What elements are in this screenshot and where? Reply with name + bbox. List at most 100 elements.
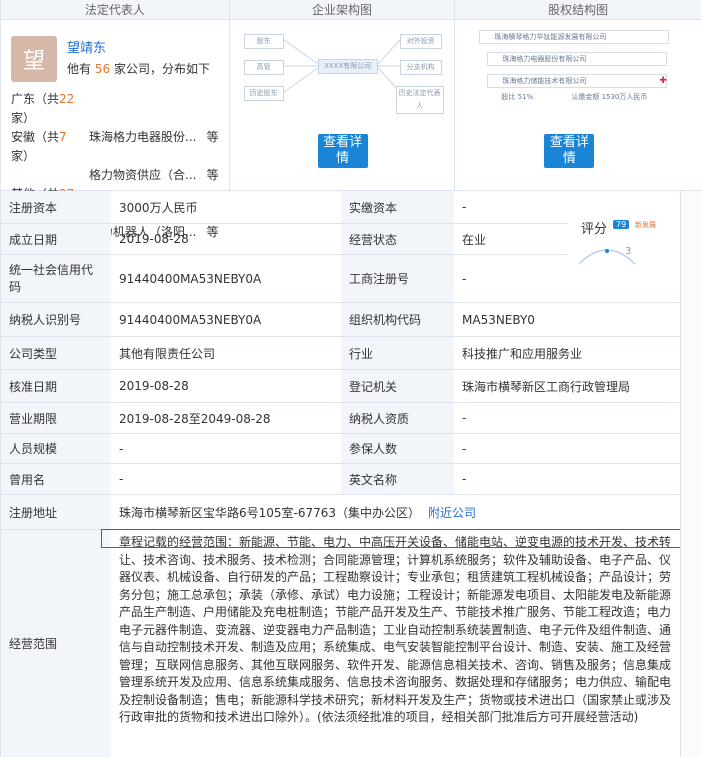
field-label: 纳税人资质	[341, 403, 454, 433]
field-value: 在业	[462, 232, 487, 247]
equity-header: 股权结构图	[455, 0, 701, 20]
field-value: 2019-08-28至2049-08-28	[119, 411, 271, 426]
field-label: 纳税人识别号	[1, 303, 111, 336]
top-panels: 法定代表人 望 望靖东 他有 56 家公司，分布如下 广东（共22家） 安徽（共…	[1, 0, 701, 239]
region-count[interactable]: 7	[59, 130, 67, 144]
field-label: 实缴资本	[341, 191, 454, 223]
avatar[interactable]: 望	[11, 36, 57, 82]
field-value: 2019-08-28	[119, 232, 189, 246]
field-value: -	[462, 271, 467, 286]
diagram-box: 历史股东	[243, 86, 284, 101]
field-value: -	[119, 441, 124, 456]
region-company-link[interactable]: 珠海格力电器股份...	[89, 128, 203, 166]
diagram-box: 股东	[243, 34, 284, 49]
field-label: 营业期限	[1, 403, 111, 433]
field-value: -	[462, 472, 467, 486]
rep-company-summary: 他有 56 家公司，分布如下	[67, 59, 210, 79]
address-value: 珠海市横琴新区宝华路6号105室-67763（集中办公区）	[119, 505, 421, 520]
rep-summary-prefix: 他有	[67, 62, 92, 76]
region-label: 安徽（共	[11, 130, 60, 144]
region-label: 广东（共	[11, 92, 60, 106]
company-detail-page: 法定代表人 望 望靖东 他有 56 家公司，分布如下 广东（共22家） 安徽（共…	[0, 0, 701, 757]
field-label: 统一社会信用代码	[1, 255, 111, 302]
equity-diagram: 珠海横琴格力华钛能源发展有限公司 珠海格力电器股份有限公司 珠海格力储能技术有限…	[479, 30, 693, 118]
region-tail: 家）	[11, 111, 36, 125]
field-label: 参保人数	[341, 434, 454, 463]
table-row: 曾用名 - 英文名称 -	[1, 464, 681, 495]
field-value: -	[462, 441, 467, 456]
scrollbar[interactable]	[680, 191, 701, 757]
field-value: -	[462, 200, 467, 214]
rep-company-count[interactable]: 56	[95, 62, 110, 76]
score-value: 79	[613, 220, 630, 229]
field-value: 91440400MA53NEBY0A	[119, 271, 262, 286]
equity-row: 珠海格力电器股份有限公司	[487, 52, 668, 66]
nearby-companies-link[interactable]: 附近公司	[428, 504, 476, 521]
diagram-box: XXXX有限公司	[317, 59, 378, 74]
structure-detail-button[interactable]: 查看详情	[317, 134, 368, 168]
region-company-link[interactable]: 格力物资供应（合...	[89, 166, 203, 185]
table-row: 营业期限 2019-08-28至2049-08-28 纳税人资质 -	[1, 403, 681, 434]
field-value: 91440400MA53NEBY0A	[119, 312, 262, 327]
field-value: 2019-08-28	[119, 379, 189, 393]
structure-header: 企业架构图	[229, 0, 455, 20]
table-row: 公司类型 其他有限责任公司 行业 科技推广和应用服务业	[1, 337, 681, 370]
diagram-box: 高管	[243, 60, 284, 75]
score-tag: 新发展	[635, 221, 656, 229]
table-row: 经营范围 章程记载的经营范围：新能源、节能、电力、中高压开关设备、储能电站、逆变…	[1, 530, 681, 757]
field-label: 公司类型	[1, 337, 111, 369]
field-value: -	[119, 472, 124, 486]
field-label: 组织机构代码	[341, 303, 454, 336]
score-label: 评分	[581, 222, 608, 237]
field-label: 成立日期	[1, 224, 111, 254]
equity-detail-button[interactable]: 查看详情	[544, 134, 595, 168]
equity-row: 珠海格力储能技术有限公司	[487, 74, 668, 88]
field-value: 科技推广和应用服务业	[462, 346, 583, 361]
region-row: 广东（共22 家）	[11, 90, 219, 128]
equity-meta: 认缴金额 1530万人民币	[571, 93, 648, 101]
rep-name-link[interactable]: 望靖东	[67, 39, 210, 59]
field-label: 曾用名	[1, 464, 111, 494]
field-label: 行业	[341, 337, 454, 369]
equity-meta: 股比 51%	[501, 93, 534, 101]
rep-summary-suffix: 家公司，分布如下	[113, 62, 210, 76]
region-count[interactable]: 22	[59, 92, 74, 106]
field-label: 注册地址	[1, 495, 111, 529]
field-value: 3000万人民币	[119, 200, 198, 215]
scope-highlight-box	[101, 529, 682, 548]
field-label: 经营状态	[341, 224, 454, 254]
field-label: 登记机关	[341, 370, 454, 402]
table-row: 人员规模 - 参保人数 -	[1, 434, 681, 464]
region-tail: 家）	[11, 149, 36, 163]
diagram-box: 分支机构	[399, 60, 442, 75]
score-side-value: 3	[625, 246, 632, 257]
structure-panel: 企业架构图 股东 高管 XXXX有限公司 对外投资 分支机构 历史股东 历史法定…	[229, 0, 456, 190]
equity-panel: 股权结构图 珠海横琴格力华钛能源发展有限公司 珠海格力电器股份有限公司 珠海格力…	[455, 0, 701, 190]
expand-icon: ✚	[659, 76, 667, 86]
field-label: 注册资本	[1, 191, 111, 223]
field-label: 核准日期	[1, 370, 111, 402]
field-label: 英文名称	[341, 464, 454, 494]
region-row: 格力物资供应（合... 等	[11, 166, 219, 185]
legal-rep-panel: 法定代表人 望 望靖东 他有 56 家公司，分布如下 广东（共22家） 安徽（共…	[1, 0, 230, 239]
legal-rep-header: 法定代表人	[1, 0, 229, 20]
field-label: 工商注册号	[341, 255, 454, 302]
field-value: -	[462, 411, 467, 425]
diagram-box: 历史法定代表人	[395, 86, 444, 114]
business-scope-text: 章程记载的经营范围：新能源、节能、电力、中高压开关设备、储能电站、逆变电源的技术…	[119, 535, 672, 724]
field-value: 珠海市横琴新区工商行政管理局	[462, 379, 631, 394]
field-label: 人员规模	[1, 434, 111, 463]
table-row: 纳税人识别号 91440400MA53NEBY0A 组织机构代码 MA53NEB…	[1, 303, 681, 337]
region-etc: 等	[206, 130, 219, 144]
field-value: 其他有限责任公司	[119, 346, 216, 361]
field-value: MA53NEBY0	[462, 312, 535, 327]
structure-diagram: 股东 高管 XXXX有限公司 对外投资 分支机构 历史股东 历史法定代表人	[240, 26, 446, 126]
region-row: 安徽（共7 家） 珠海格力电器股份... 等	[11, 128, 219, 166]
score-widget[interactable]: 评分 79 新发展 3	[567, 204, 681, 276]
table-row: 核准日期 2019-08-28 登记机关 珠海市横琴新区工商行政管理局	[1, 370, 681, 403]
table-row: 注册地址 珠海市横琴新区宝华路6号105室-67763（集中办公区） 附近公司	[1, 495, 681, 530]
equity-row: 珠海横琴格力华钛能源发展有限公司	[479, 30, 670, 44]
region-etc: 等	[206, 168, 219, 182]
diagram-box: 对外投资	[399, 34, 442, 49]
field-label: 经营范围	[1, 530, 111, 757]
